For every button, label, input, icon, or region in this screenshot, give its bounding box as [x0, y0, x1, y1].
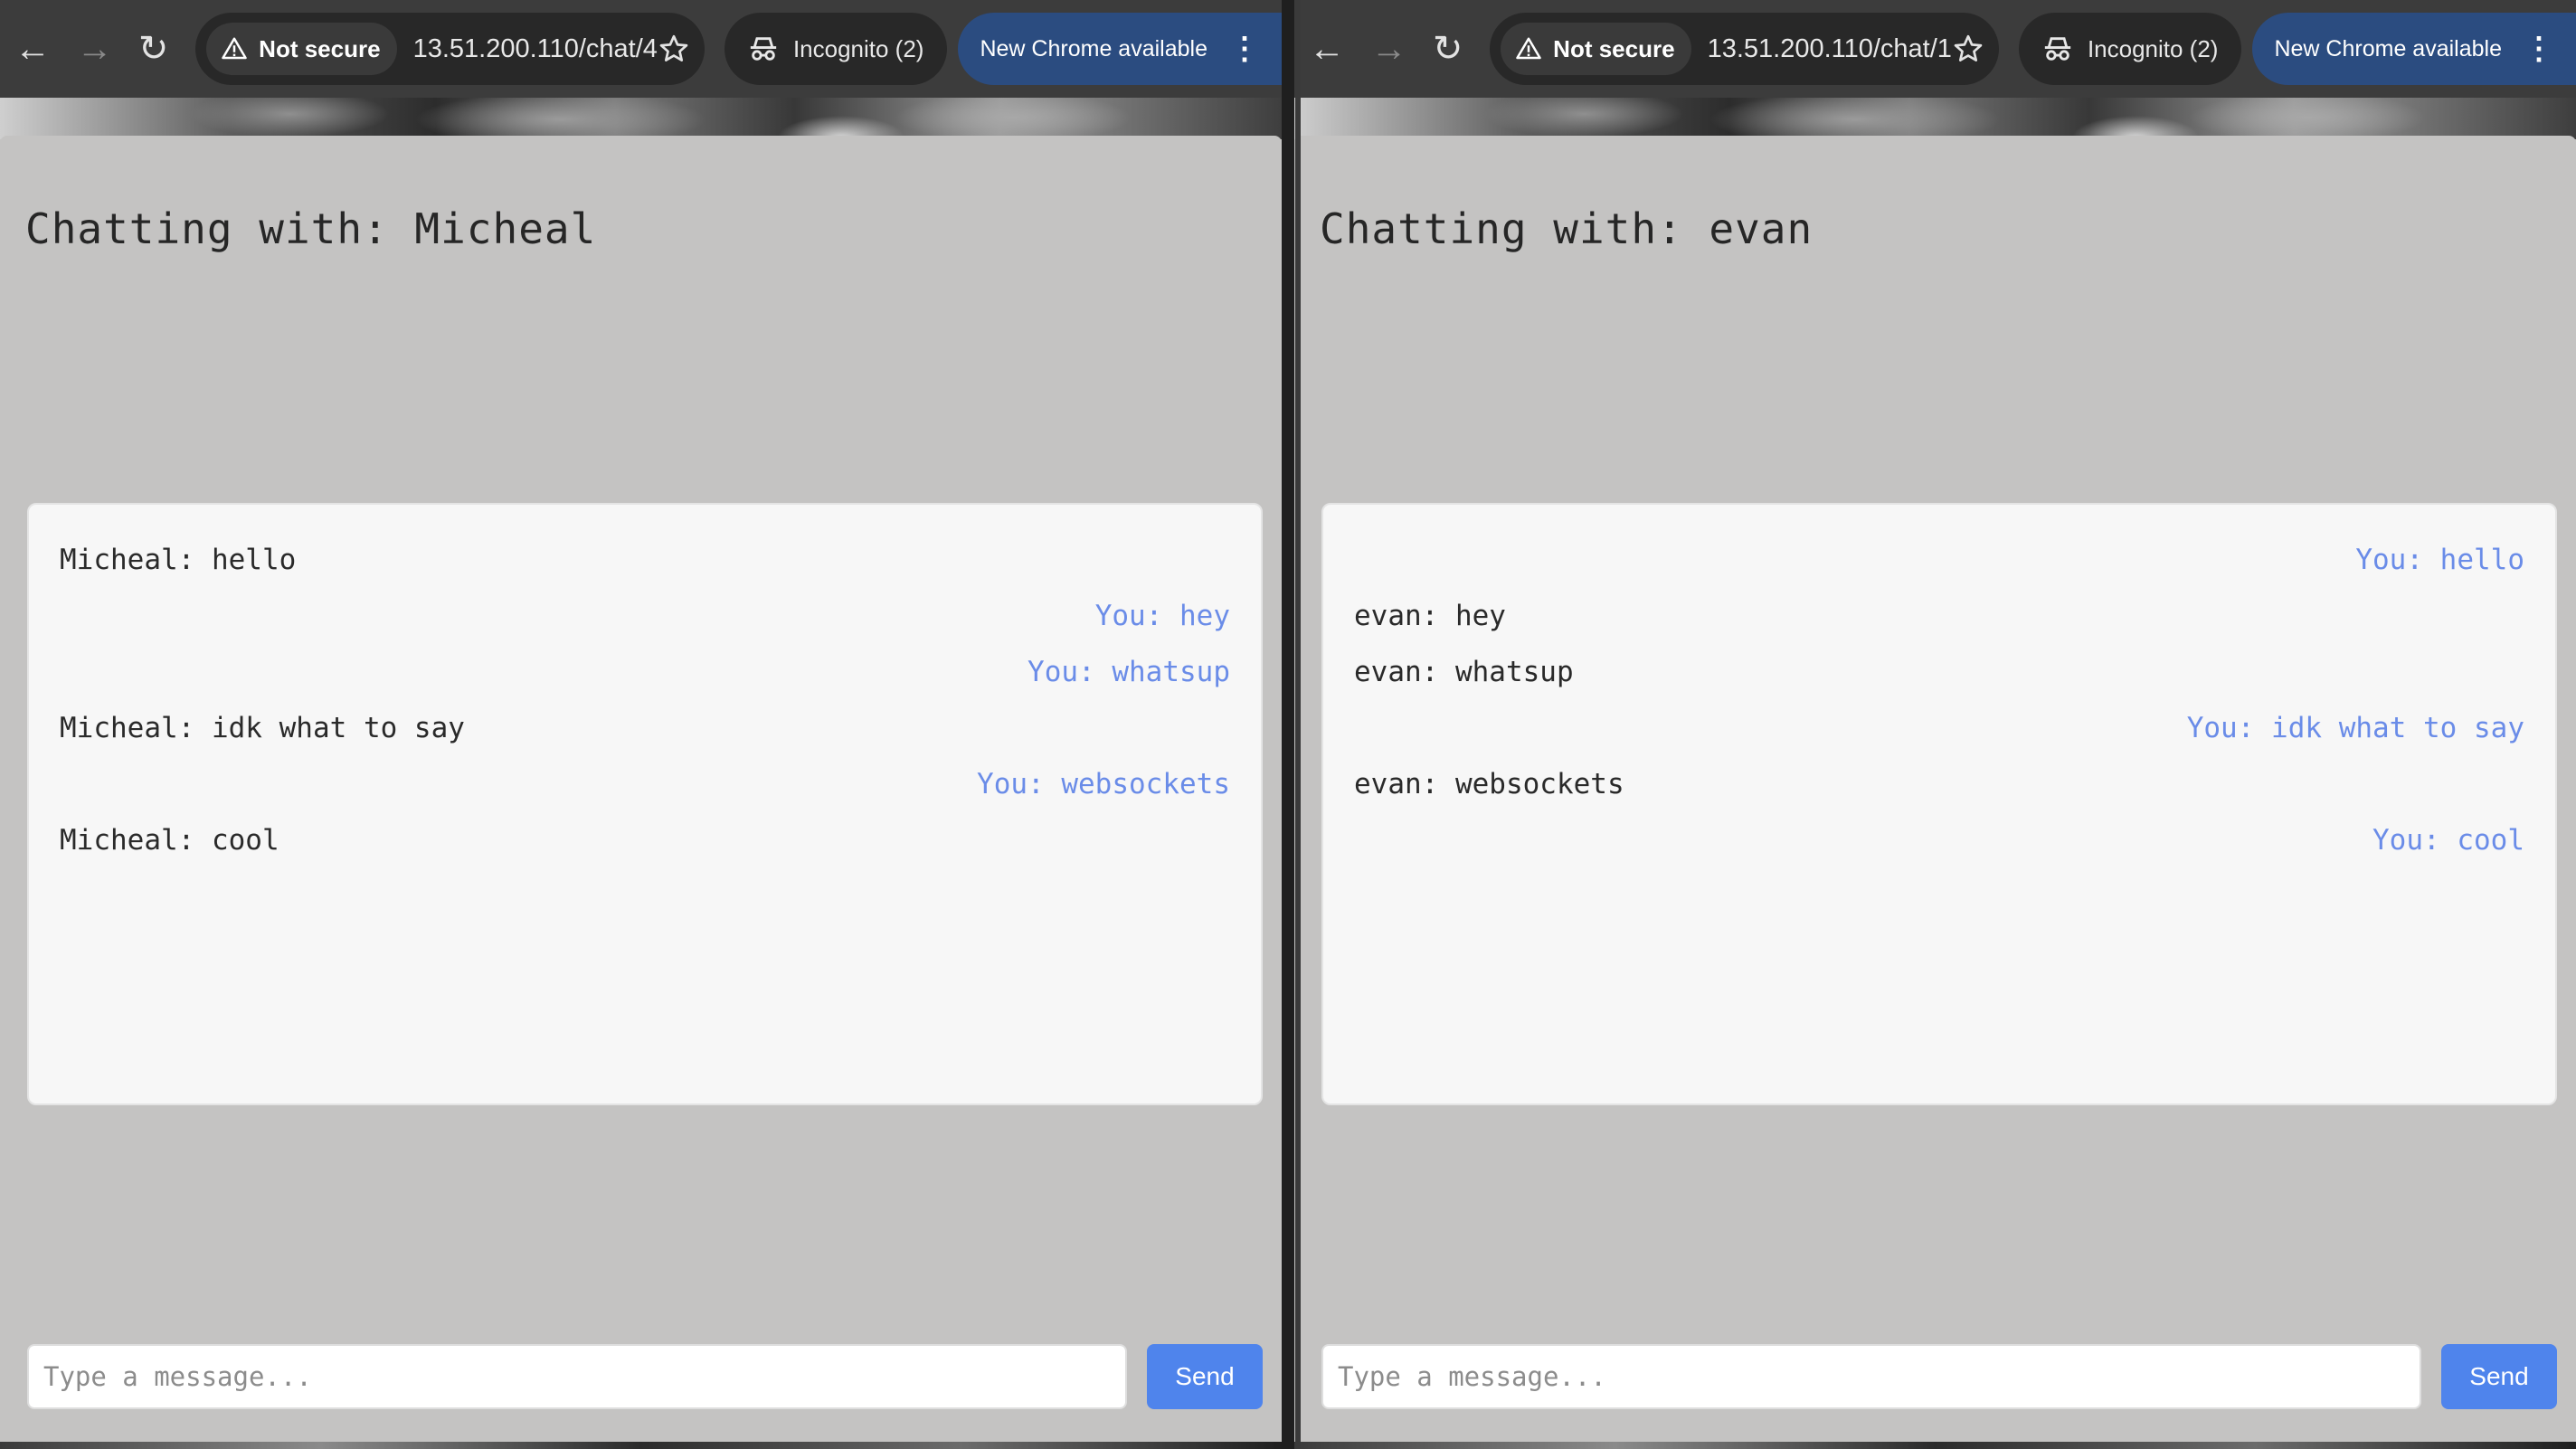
page-title: Chatting with: evan [1320, 204, 1814, 253]
message-item: You: cool [2372, 824, 2524, 857]
send-button[interactable]: Send [2441, 1344, 2557, 1409]
message-item: You: idk what to say [2186, 712, 2524, 744]
warning-icon [1516, 37, 1541, 60]
address-bar[interactable]: Not secure 13.51.200.110/chat/1 [1490, 13, 1999, 85]
security-label: Not secure [1553, 34, 1675, 62]
background-photo-bottom [1294, 1442, 2576, 1449]
back-arrow-icon: ← [1309, 29, 1346, 69]
update-chrome-button[interactable]: New Chrome available ⋮ [958, 13, 1282, 85]
desktop-split-screen: ← → ↻ Not secure 13.51.200.110/chat/4 In… [0, 0, 2576, 1449]
window-divider[interactable] [1295, 0, 1301, 1449]
chat-page: Chatting with: Micheal Micheal: hello Yo… [0, 136, 1282, 1442]
message-item: evan: websockets [1354, 768, 1624, 800]
message-item: You: whatsup [1028, 656, 1230, 688]
message-item: You: hey [1094, 600, 1230, 632]
forward-button[interactable]: → [1359, 0, 1418, 98]
composer: Send [27, 1344, 1263, 1409]
message-list: Micheal: hello You: hey You: whatsup Mic… [27, 503, 1263, 1105]
reload-icon: ↻ [1432, 29, 1463, 69]
message-item: You: hello [2355, 544, 2524, 576]
browser-window-left: ← → ↻ Not secure 13.51.200.110/chat/4 In… [0, 0, 1282, 1449]
message-item: You: websockets [977, 768, 1230, 800]
message-item: evan: whatsup [1354, 656, 1574, 688]
address-bar[interactable]: Not secure 13.51.200.110/chat/4 [195, 13, 705, 85]
composer: Send [1321, 1344, 2557, 1409]
background-photo [1294, 98, 2576, 139]
background-photo-bottom [0, 1442, 1282, 1449]
warning-icon [222, 37, 247, 60]
update-label: New Chrome available [2274, 35, 2502, 62]
browser-window-right: ← → ↻ Not secure 13.51.200.110/chat/1 In… [1294, 0, 2576, 1449]
chat-page: Chatting with: evan You: hello evan: hey… [1294, 136, 2576, 1442]
update-chrome-button[interactable]: New Chrome available ⋮ [2252, 13, 2576, 85]
incognito-label: Incognito (2) [2087, 34, 2219, 62]
star-icon[interactable] [658, 33, 690, 65]
kebab-menu-icon[interactable]: ⋮ [1229, 33, 1260, 64]
reload-icon: ↻ [137, 29, 169, 69]
star-icon[interactable] [1952, 33, 1984, 65]
back-arrow-icon: ← [14, 29, 52, 69]
message-item: Micheal: cool [60, 824, 279, 857]
forward-arrow-icon: → [1370, 29, 1407, 69]
security-label: Not secure [259, 34, 381, 62]
security-chip[interactable]: Not secure [206, 23, 397, 75]
browser-toolbar: ← → ↻ Not secure 13.51.200.110/chat/1 In… [1294, 0, 2576, 98]
back-button[interactable]: ← [1294, 0, 1359, 98]
message-item: Micheal: hello [60, 544, 297, 576]
incognito-button[interactable]: Incognito (2) [724, 13, 948, 85]
message-item: evan: hey [1354, 600, 1506, 632]
message-item: Micheal: idk what to say [60, 712, 465, 744]
kebab-menu-icon[interactable]: ⋮ [2524, 33, 2554, 64]
message-input[interactable] [27, 1344, 1127, 1409]
page-title: Chatting with: Micheal [25, 204, 597, 253]
incognito-icon [2044, 37, 2071, 61]
reload-button[interactable]: ↻ [124, 0, 183, 98]
background-photo [0, 98, 1282, 139]
send-button[interactable]: Send [1147, 1344, 1263, 1409]
update-label: New Chrome available [980, 35, 1208, 62]
url-text[interactable]: 13.51.200.110/chat/4 [413, 34, 658, 64]
security-chip[interactable]: Not secure [1501, 23, 1691, 75]
incognito-button[interactable]: Incognito (2) [2018, 13, 2242, 85]
message-list: You: hello evan: hey evan: whatsup You: … [1321, 503, 2557, 1105]
back-button[interactable]: ← [0, 0, 65, 98]
message-input[interactable] [1321, 1344, 2421, 1409]
incognito-icon [750, 37, 777, 61]
forward-arrow-icon: → [76, 29, 113, 69]
url-text[interactable]: 13.51.200.110/chat/1 [1708, 34, 1952, 64]
reload-button[interactable]: ↻ [1418, 0, 1477, 98]
browser-toolbar: ← → ↻ Not secure 13.51.200.110/chat/4 In… [0, 0, 1282, 98]
forward-button[interactable]: → [65, 0, 124, 98]
incognito-label: Incognito (2) [792, 34, 924, 62]
